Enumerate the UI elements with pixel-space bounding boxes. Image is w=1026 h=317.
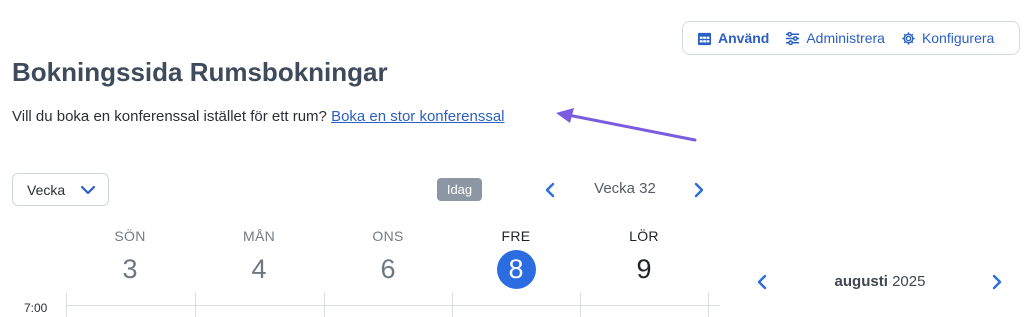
page-title: Bokningssida Rumsbokningar bbox=[12, 57, 388, 87]
chevron-right-icon bbox=[992, 274, 1001, 290]
year: 2025 bbox=[892, 273, 926, 290]
chevron-left-icon bbox=[757, 274, 766, 290]
day-header-sat[interactable]: LÖR 9 bbox=[584, 228, 704, 288]
top-toolbar: Använd Administrera Konfigurera bbox=[682, 21, 1020, 55]
time-label: 7:00 bbox=[24, 301, 48, 315]
day-number: 3 bbox=[122, 254, 138, 284]
prev-week-button[interactable] bbox=[539, 179, 559, 201]
day-header-mon[interactable]: MÅN 4 bbox=[199, 228, 319, 288]
next-month-button[interactable] bbox=[987, 271, 1007, 293]
prev-month-button[interactable] bbox=[751, 271, 771, 293]
chevron-right-icon bbox=[694, 182, 703, 198]
configure-tab[interactable]: Konfigurera bbox=[901, 30, 994, 46]
mini-calendar-month: augusti 2025 bbox=[790, 273, 970, 290]
grid-column-divider bbox=[708, 293, 709, 317]
day-header-sun[interactable]: SÖN 3 bbox=[70, 228, 190, 288]
grid-column-divider bbox=[452, 293, 453, 317]
view-select-value: Vecka bbox=[27, 181, 66, 198]
day-name: MÅN bbox=[242, 228, 275, 244]
next-week-button[interactable] bbox=[689, 179, 709, 201]
intro-question: Vill du boka en konferenssal istället fö… bbox=[12, 108, 327, 125]
day-number: 9 bbox=[636, 254, 652, 284]
view-select[interactable]: Vecka bbox=[12, 173, 109, 206]
use-tab[interactable]: Använd bbox=[697, 30, 769, 46]
day-number: 4 bbox=[251, 254, 267, 284]
day-name: SÖN bbox=[114, 228, 146, 244]
intro-text: Vill du boka en konferenssal istället fö… bbox=[12, 108, 505, 125]
month-name: augusti bbox=[834, 273, 888, 290]
gear-icon bbox=[902, 31, 915, 45]
day-number-today: 8 bbox=[456, 250, 576, 289]
day-name: ONS bbox=[372, 228, 404, 244]
day-name: LÖR bbox=[629, 228, 659, 244]
annotation-arrow-icon bbox=[556, 108, 697, 142]
day-name: FRE bbox=[501, 228, 531, 244]
grid-column-divider bbox=[580, 293, 581, 317]
grid-column-divider bbox=[324, 293, 325, 317]
chevron-down-icon bbox=[80, 185, 96, 194]
day-header-fri[interactable]: FRE 8 bbox=[456, 228, 576, 289]
sliders-icon bbox=[786, 31, 800, 45]
today-circle: 8 bbox=[496, 250, 536, 289]
grid-column-divider bbox=[195, 293, 196, 317]
configure-tab-label: Konfigurera bbox=[921, 30, 995, 46]
calendar-grid-icon bbox=[697, 32, 712, 45]
book-conference-hall-link[interactable]: Boka en stor konferenssal bbox=[331, 108, 504, 125]
day-number: 6 bbox=[380, 254, 396, 284]
week-label: Vecka 32 bbox=[594, 180, 656, 197]
admin-tab[interactable]: Administrera bbox=[785, 30, 885, 46]
admin-tab-label: Administrera bbox=[806, 30, 885, 46]
today-button[interactable]: Idag bbox=[437, 178, 482, 201]
grid-column-divider bbox=[66, 293, 67, 317]
use-tab-label: Använd bbox=[718, 30, 770, 46]
day-header-wed[interactable]: ONS 6 bbox=[328, 228, 448, 288]
chevron-left-icon bbox=[545, 182, 554, 198]
grid-hour-line bbox=[66, 305, 720, 306]
